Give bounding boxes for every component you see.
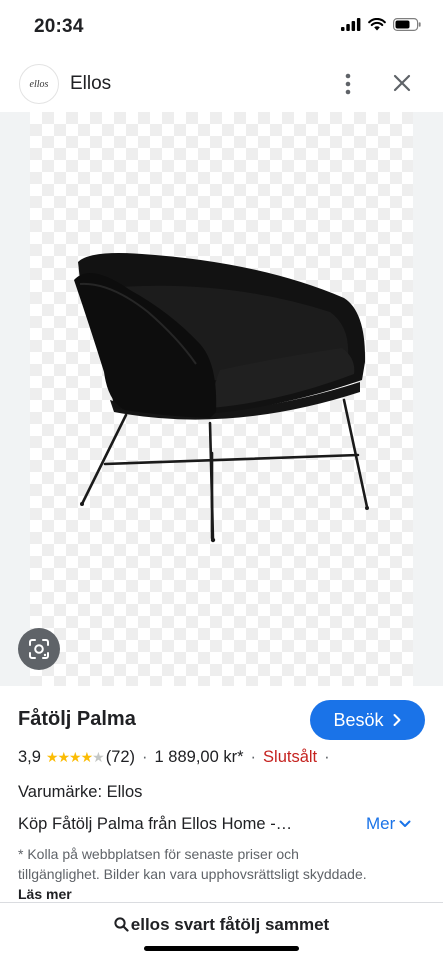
home-indicator (144, 946, 299, 951)
search-icon (114, 917, 129, 932)
lens-icon (29, 639, 49, 659)
brand-line: Varumärke: Ellos (18, 783, 143, 801)
search-query[interactable]: ellos svart fåtölj sammet (0, 915, 443, 935)
close-icon (393, 74, 411, 92)
site-header: ellos Ellos (0, 56, 443, 112)
rating-value: 3,9 (18, 748, 41, 766)
separator-dot: · (142, 748, 148, 766)
status-bar: 20:34 (0, 0, 443, 56)
rating-price-row: 3,9 ★★★★★ (72) · 1 889,00 kr* · Slutsålt… (18, 748, 337, 767)
price: 1 889,00 kr* (154, 748, 244, 766)
star-rating-icon: ★★★★★ (45, 749, 105, 765)
status-time: 20:34 (34, 16, 84, 37)
chevron-down-icon (399, 820, 411, 827)
google-lens-button[interactable] (18, 628, 60, 670)
more-link[interactable]: Mer (366, 814, 411, 834)
more-link-label: Mer (366, 814, 396, 833)
wifi-icon (368, 18, 386, 31)
more-options-button[interactable] (334, 66, 362, 102)
armchair-image[interactable] (30, 112, 413, 686)
product-title[interactable]: Fåtölj Palma (18, 708, 136, 731)
search-query-text: ellos svart fåtölj sammet (130, 915, 330, 934)
disclaimer-text: * Kolla på webbplatsen för senaste prise… (18, 844, 368, 904)
signal-icon (341, 18, 361, 31)
review-count: (72) (105, 748, 136, 766)
separator-dot: · (324, 748, 330, 766)
read-more-link[interactable]: Läs mer (18, 886, 72, 902)
disclaimer-body: * Kolla på webbplatsen för senaste prise… (18, 846, 367, 882)
visit-button-label: Besök (333, 709, 384, 730)
site-name[interactable]: Ellos (70, 73, 111, 95)
status-icons (341, 18, 421, 31)
search-query-bar[interactable]: ellos svart fåtölj sammet (0, 902, 443, 961)
site-logo[interactable]: ellos (19, 64, 59, 104)
product-description: Köp Fåtölj Palma från Ellos Home -… (18, 815, 293, 833)
separator-dot: · (250, 748, 257, 766)
chevron-right-icon (393, 714, 401, 726)
availability-badge: Slutsålt (263, 748, 318, 766)
visit-button[interactable]: Besök (310, 700, 425, 740)
more-vert-icon (345, 73, 351, 95)
product-image-area[interactable] (0, 112, 443, 686)
close-button[interactable] (388, 69, 416, 97)
product-info-panel: Fåtölj Palma Besök 3,9 ★★★★★ (72) · 1 88… (0, 686, 443, 902)
battery-icon (393, 18, 421, 31)
